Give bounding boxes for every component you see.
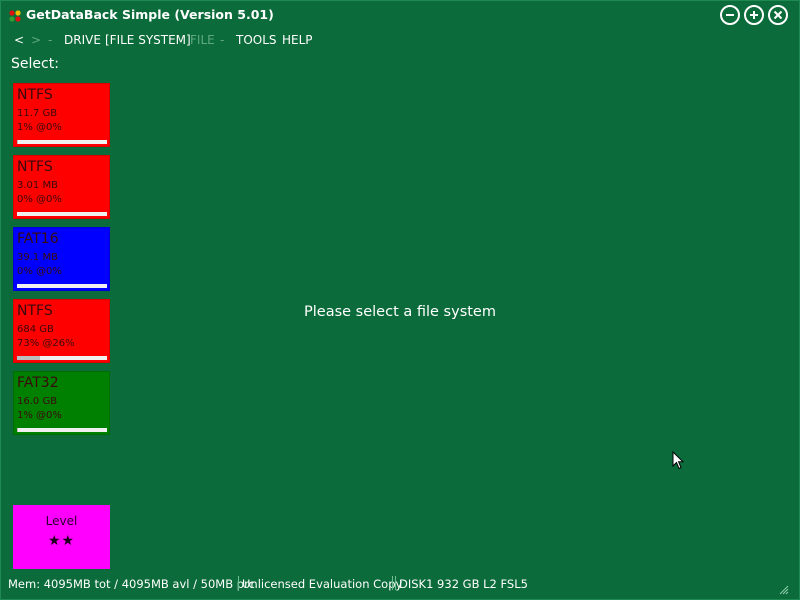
menu-bar: < > - DRIVE [FILE SYSTEM] FILE - TOOLS H… [0, 31, 800, 49]
forward-button[interactable]: > [31, 33, 41, 47]
fs-size-label: 39.1 MB [17, 252, 58, 263]
fs-size-label: 3.01 MB [17, 180, 58, 191]
select-label: Select: [11, 56, 59, 72]
level-indicator[interactable]: Level ★★ [13, 505, 110, 569]
app-logo-icon [8, 8, 22, 22]
menu-help[interactable]: HELP [282, 33, 313, 47]
fs-type-label: NTFS [17, 87, 53, 103]
fs-progress-bar-fill [17, 140, 18, 144]
level-stars-icon: ★★ [47, 533, 76, 549]
menu-separator: - [48, 33, 53, 47]
menu-separator: - [220, 33, 225, 47]
maximize-icon [750, 11, 758, 19]
file-system-tile[interactable]: NTFS 684 GB 73% @26% [13, 299, 110, 363]
fs-size-label: 11.7 GB [17, 108, 58, 119]
fs-progress-label: 1% @0% [17, 410, 62, 421]
status-disk: DISK1 932 GB L2 FSL5 [399, 577, 528, 591]
fs-progress-label: 0% @0% [17, 194, 62, 205]
menu-drive[interactable]: DRIVE [64, 33, 101, 47]
minimize-button[interactable] [720, 5, 740, 25]
file-system-tile[interactable]: NTFS 3.01 MB 0% @0% [13, 155, 110, 219]
window-frame [0, 0, 800, 600]
back-button[interactable]: < [14, 33, 24, 47]
maximize-button[interactable] [744, 5, 764, 25]
level-label: Level [45, 514, 78, 528]
fs-progress-label: 73% @26% [17, 338, 75, 349]
fs-type-label: FAT32 [17, 375, 59, 391]
fs-progress-bar-fill [17, 428, 18, 432]
file-system-tile[interactable]: FAT32 16.0 GB 1% @0% [13, 371, 110, 435]
fs-size-label: 684 GB [17, 324, 54, 335]
resize-grip-icon[interactable] [777, 580, 789, 595]
menu-tools[interactable]: TOOLS [236, 33, 277, 47]
status-license: Unlicensed Evaluation Copy [242, 577, 403, 591]
fs-progress-label: 1% @0% [17, 122, 62, 133]
status-divider [395, 576, 396, 590]
minimize-icon [726, 14, 734, 16]
file-system-tile[interactable]: NTFS 11.7 GB 1% @0% [13, 83, 110, 147]
title-bar: GetDataBack Simple (Version 5.01) [0, 0, 800, 30]
fs-progress-bar-fill [17, 356, 41, 360]
file-system-tile[interactable]: FAT16 39.1 MB 0% @0% [13, 227, 110, 291]
status-memory: Mem: 4095MB tot / 4095MB avl / 50MB prc [8, 577, 255, 591]
menu-file[interactable]: FILE [190, 33, 215, 47]
fs-type-label: NTFS [17, 159, 53, 175]
fs-type-label: FAT16 [17, 231, 59, 247]
fs-progress-label: 0% @0% [17, 266, 62, 277]
status-divider [392, 576, 393, 590]
close-button[interactable] [768, 5, 788, 25]
status-divider [238, 576, 239, 590]
status-bar: Mem: 4095MB tot / 4095MB avl / 50MB prc … [0, 573, 800, 595]
window-title: GetDataBack Simple (Version 5.01) [26, 7, 274, 22]
fs-type-label: NTFS [17, 303, 53, 319]
fs-progress-bar [17, 284, 107, 288]
fs-progress-bar [17, 140, 107, 144]
mouse-cursor-icon [672, 450, 685, 474]
select-file-system-message: Please select a file system [304, 304, 496, 320]
fs-progress-bar [17, 356, 107, 360]
fs-progress-bar [17, 428, 107, 432]
fs-progress-bar [17, 212, 107, 216]
close-icon [773, 10, 783, 20]
menu-file-system[interactable]: [FILE SYSTEM] [105, 33, 191, 47]
fs-size-label: 16.0 GB [17, 396, 58, 407]
